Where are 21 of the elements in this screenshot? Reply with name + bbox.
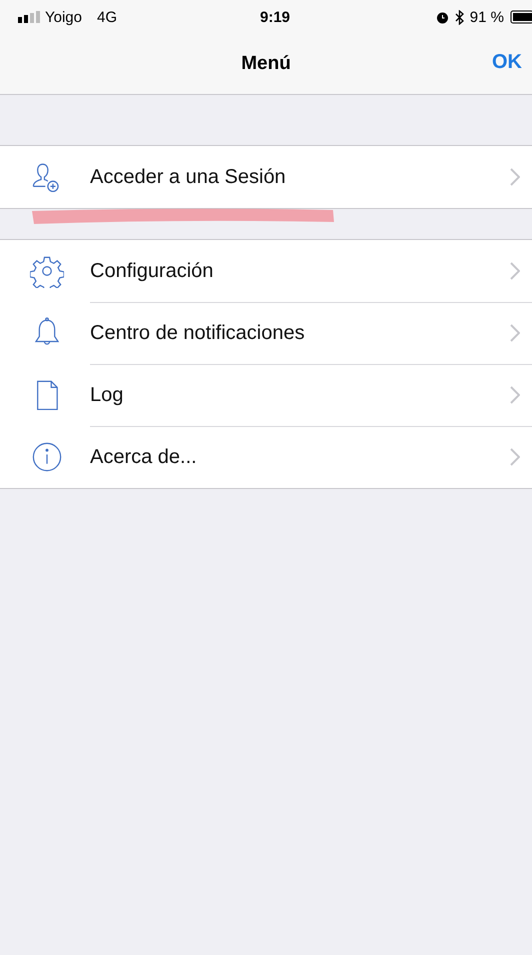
ok-button[interactable]: OK — [492, 51, 522, 74]
menu-item[interactable]: Acerca de... — [90, 446, 510, 468]
carrier-name: Yoigo — [45, 8, 82, 26]
bluetooth-icon — [454, 10, 464, 24]
clock-time: 9:19 — [260, 8, 290, 26]
menu-item[interactable]: Log — [90, 384, 510, 406]
chevron-icon — [510, 324, 520, 342]
chevron-icon — [510, 386, 520, 404]
signal-icon — [18, 11, 40, 23]
network-type: 4G — [97, 8, 118, 26]
menu-item[interactable]: Configuración — [90, 260, 510, 282]
chevron-icon — [510, 262, 520, 280]
info-icon — [30, 440, 64, 474]
nav-title: Menú — [241, 53, 291, 75]
chevron-icon — [510, 168, 520, 186]
battery-percent: 91 % — [470, 8, 504, 26]
menu-item[interactable]: Centro de notificaciones — [90, 322, 510, 344]
alarm-icon — [436, 10, 449, 24]
chevron-icon — [510, 448, 520, 466]
gear-icon — [30, 254, 64, 288]
battery-icon — [510, 10, 532, 24]
